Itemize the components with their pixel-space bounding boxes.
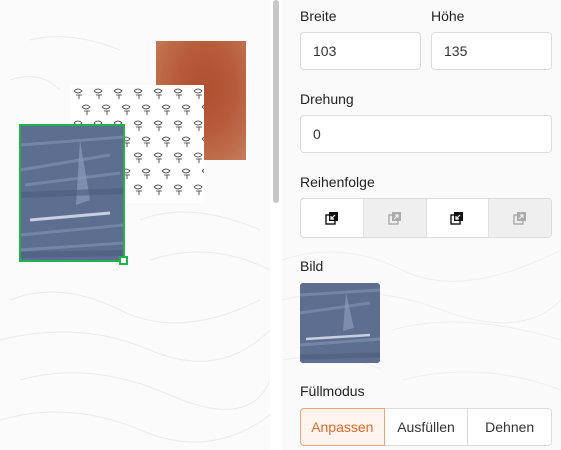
fill-mode-label: Füllmodus [300, 383, 365, 399]
rotation-input[interactable]: 0 [300, 115, 552, 153]
resize-handle[interactable] [119, 256, 128, 265]
order-button-group [300, 198, 552, 238]
width-label: Breite [300, 8, 337, 24]
canvas-scrollbar-thumb[interactable] [273, 0, 279, 203]
image-label: Bild [300, 258, 324, 274]
height-label: Höhe [431, 8, 465, 24]
height-input[interactable]: 135 [431, 32, 552, 70]
bring-forward-icon [325, 212, 338, 225]
image-thumbnail[interactable] [300, 283, 380, 363]
send-backward-button[interactable] [427, 199, 490, 237]
send-to-back-icon [513, 212, 527, 225]
fill-mode-group: Anpassen Ausfüllen Dehnen [300, 408, 553, 446]
selection-frame[interactable] [19, 124, 125, 262]
order-label: Reihenfolge [300, 174, 375, 190]
send-backward-icon [450, 212, 464, 225]
fill-mode-fill-button[interactable]: Ausfüllen [383, 408, 469, 446]
bring-forward-button[interactable] [301, 199, 364, 237]
fill-mode-fit-button[interactable]: Anpassen [300, 408, 385, 446]
rotation-label: Drehung [300, 91, 354, 107]
bring-to-front-button[interactable] [363, 199, 427, 237]
design-canvas[interactable] [0, 0, 270, 450]
width-input[interactable]: 103 [300, 32, 421, 70]
send-to-back-button[interactable] [489, 199, 551, 237]
editor: Breite Höhe 103 135 Drehung 0 Reihenfolg… [0, 0, 561, 450]
fill-mode-stretch-button[interactable]: Dehnen [467, 408, 553, 446]
bring-to-front-icon [387, 212, 401, 225]
